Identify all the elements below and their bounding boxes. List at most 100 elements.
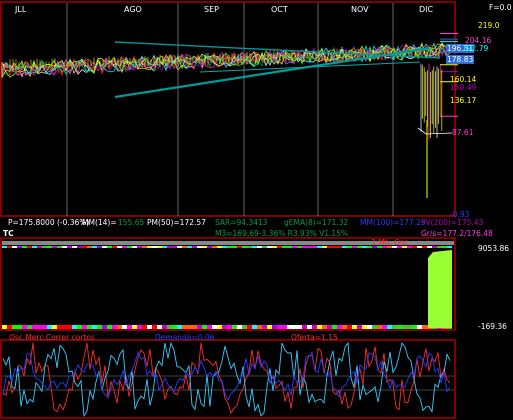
volume-bottom-strip: [142, 325, 147, 329]
chart-window: { "chart_data": [ { "type": "line", "pan…: [0, 0, 513, 420]
volume-top-strip: [202, 246, 207, 248]
axis-label-87: 87.61: [452, 128, 474, 137]
osc-legend-demanda: Demanda=0.06: [155, 333, 215, 342]
osc-line-red: [2, 342, 451, 415]
indicator-price: P=175.8000 (-0.36%): [8, 218, 90, 227]
volume-top-strip: [347, 246, 352, 248]
volume-bottom-strip: [277, 325, 282, 329]
volume-axis-min: -169.36: [478, 322, 507, 331]
volume-bottom-strip: [7, 325, 12, 329]
volume-top-strip: [17, 246, 22, 248]
month-label-sep: SEP: [204, 5, 219, 14]
volume-bottom-strip: [22, 325, 27, 329]
volume-top-strip: [12, 246, 17, 248]
volume-top-strip: [317, 246, 322, 248]
volume-top-strip: [337, 246, 342, 248]
volume-top-strip: [157, 246, 162, 248]
volume-top-strip: [292, 246, 297, 248]
volume-top-strip: [432, 246, 437, 248]
volume-bottom-strip: [162, 325, 167, 329]
volume-top-strip: [352, 246, 357, 248]
volume-bottom-strip: [92, 325, 97, 329]
volume-top-strip: [7, 246, 12, 248]
volume-bottom-strip: [52, 325, 57, 329]
volume-bottom-strip: [187, 325, 192, 329]
volume-bottom-strip: [12, 325, 17, 329]
volume-bottom-strip: [257, 325, 262, 329]
volume-top-strip: [332, 246, 337, 248]
volume-top-strip: [82, 246, 87, 248]
osc-line-cyan: [2, 341, 451, 418]
volume-top-strip: [222, 246, 227, 248]
volume-top-strip: [22, 246, 27, 248]
volume-top-strip: [342, 246, 347, 248]
osc-legend-oferta: Oferta=1.15: [291, 333, 338, 342]
volume-axis-max: 9053.86: [478, 244, 510, 253]
volume-bottom-strip: [362, 325, 367, 329]
volume-top-strip: [182, 246, 187, 248]
volume-bottom-strip: [382, 325, 387, 329]
volume-bottom-strip: [107, 325, 112, 329]
volume-bottom-strip: [117, 325, 122, 329]
volume-bottom-strip: [172, 325, 177, 329]
volume-top-strip: [52, 246, 57, 248]
volume-bottom-strip: [72, 325, 77, 329]
volume-top-strip: [142, 246, 147, 248]
volume-bottom-strip: [37, 325, 42, 329]
volume-top-strip: [107, 246, 112, 248]
indicator-gema: gEMA(8)=171.32: [284, 218, 349, 227]
volume-bottom-strip: [282, 325, 287, 329]
volume-top-strip: [217, 246, 222, 248]
volume-bottom-strip: [77, 325, 82, 329]
volume-bottom-strip: [192, 325, 197, 329]
indicator-m3: M3=169.69-3.36% R3.93% V1.15%: [215, 229, 349, 238]
volume-top-strip: [322, 246, 327, 248]
volume-bottom-strip: [402, 325, 407, 329]
volume-top-strip: [132, 246, 137, 248]
volume-flag: 3 Mb. Osc.: [371, 238, 411, 247]
volume-top-strip: [37, 246, 42, 248]
volume-bottom-strip: [222, 325, 227, 329]
month-label-jul: JLL: [15, 5, 27, 14]
volume-top-strip: [57, 246, 62, 248]
volume-bottom-strip: [412, 325, 417, 329]
volume-bottom-strip: [182, 325, 187, 329]
volume-bottom-strip: [312, 325, 317, 329]
volume-top-strip: [412, 246, 417, 248]
volume-bottom-strip: [167, 325, 172, 329]
month-label-oct: OCT: [271, 5, 288, 14]
volume-bottom-strip: [32, 325, 37, 329]
volume-bottom-strip: [367, 325, 372, 329]
volume-top-strip: [137, 246, 142, 248]
volume-bottom-strip: [147, 325, 152, 329]
volume-top-strip: [257, 246, 262, 248]
axis-label-178: 178.83: [446, 55, 475, 64]
volume-bottom-strip: [372, 325, 377, 329]
volume-top-strip: [112, 246, 117, 248]
volume-bottom-strip: [262, 325, 267, 329]
volume-bottom-strip: [307, 325, 312, 329]
volume-bottom-strip: [122, 325, 127, 329]
volume-top-strip: [327, 246, 332, 248]
volume-top-strip: [207, 246, 212, 248]
volume-top-strip: [297, 246, 302, 248]
volume-top-strip: [277, 246, 282, 248]
volume-top-strip: [122, 246, 127, 248]
volume-bottom-strip: [57, 325, 62, 329]
volume-bottom-strip: [377, 325, 382, 329]
price-panel-frame: [0, 1, 456, 217]
month-label-dic: DIC: [419, 5, 434, 14]
axis-label-136: 136.17: [450, 96, 477, 105]
volume-bottom-strip: [237, 325, 242, 329]
volume-panel-title: TC: [3, 229, 14, 238]
month-label-ago: AGO: [124, 5, 142, 14]
volume-top-strip: [97, 246, 102, 248]
volume-top-strip: [252, 246, 257, 248]
volume-bottom-strip: [67, 325, 72, 329]
volume-bottom-strip: [152, 325, 157, 329]
volume-bottom-strip: [357, 325, 362, 329]
volume-top-strip: [227, 246, 232, 248]
volume-bottom-strip: [127, 325, 132, 329]
volume-top-strip: [242, 246, 247, 248]
volume-top-strip: [172, 246, 177, 248]
